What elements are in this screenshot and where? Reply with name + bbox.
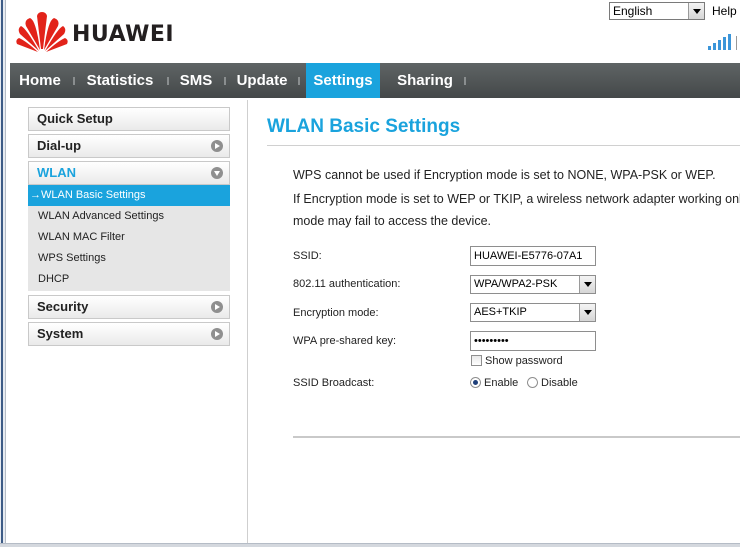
broadcast-disable-label[interactable]: Disable bbox=[541, 377, 578, 389]
sidebar-item-label: Quick Setup bbox=[37, 111, 113, 126]
title-divider bbox=[267, 145, 740, 146]
sidebar-item-label: Dial-up bbox=[37, 138, 82, 153]
info-text-3: mode may fail to access the device. bbox=[293, 214, 492, 228]
info-text-2: If Encryption mode is set to WEP or TKIP… bbox=[293, 192, 740, 206]
nav-update[interactable]: Update bbox=[232, 63, 292, 98]
nav-separator bbox=[167, 77, 169, 85]
chevron-right-icon bbox=[211, 140, 223, 152]
ssid-label: SSID: bbox=[293, 250, 322, 262]
chevron-down-icon bbox=[211, 167, 223, 179]
sidebar-subitem-wlan-mac-filter[interactable]: WLAN MAC Filter bbox=[28, 227, 230, 248]
chevron-down-icon bbox=[688, 3, 704, 19]
sidebar-item-system[interactable]: System bbox=[28, 322, 230, 346]
show-password-checkbox[interactable] bbox=[471, 355, 482, 366]
sidebar-item-dialup[interactable]: Dial-up bbox=[28, 134, 230, 158]
auth-label: 802.11 authentication: bbox=[293, 278, 401, 290]
brand-name: HUAWEI bbox=[72, 22, 175, 47]
nav-settings[interactable]: Settings bbox=[306, 63, 380, 98]
chevron-right-icon bbox=[211, 328, 223, 340]
nav-separator bbox=[224, 77, 226, 85]
content-divider bbox=[247, 100, 248, 543]
psk-label: WPA pre-shared key: bbox=[293, 335, 397, 347]
encryption-select[interactable]: AES+TKIP bbox=[470, 303, 596, 322]
sidebar-item-label: WLAN bbox=[37, 165, 76, 180]
sidebar-item-label: System bbox=[37, 326, 84, 341]
ssid-broadcast-label: SSID Broadcast: bbox=[293, 377, 375, 389]
nav-sms[interactable]: SMS bbox=[174, 63, 218, 98]
header-separator bbox=[736, 36, 737, 50]
encryption-label: Encryption mode: bbox=[293, 307, 379, 319]
language-value: English bbox=[613, 4, 653, 18]
broadcast-enable-label[interactable]: Enable bbox=[484, 377, 518, 389]
nav-separator bbox=[298, 77, 300, 85]
show-password-label[interactable]: Show password bbox=[485, 355, 563, 367]
psk-input[interactable]: ••••••••• bbox=[470, 331, 596, 351]
sidebar-item-label: Security bbox=[37, 299, 89, 314]
window-bottom-border bbox=[0, 543, 740, 547]
info-text-1: WPS cannot be used if Encryption mode is… bbox=[293, 168, 716, 182]
sidebar-subitem-wps[interactable]: WPS Settings bbox=[28, 248, 230, 269]
huawei-logo-icon bbox=[16, 12, 68, 52]
nav-statistics[interactable]: Statistics bbox=[80, 63, 160, 98]
broadcast-enable-radio[interactable] bbox=[470, 377, 481, 388]
nav-home[interactable]: Home bbox=[10, 63, 70, 98]
encryption-value: AES+TKIP bbox=[474, 306, 527, 318]
signal-strength-icon bbox=[706, 34, 732, 50]
chevron-down-icon bbox=[579, 276, 595, 293]
language-select[interactable]: English bbox=[609, 2, 705, 20]
broadcast-disable-radio[interactable] bbox=[527, 377, 538, 388]
sidebar-subitem-wlan-advanced[interactable]: WLAN Advanced Settings bbox=[28, 206, 230, 227]
chevron-down-icon bbox=[579, 304, 595, 321]
sidebar-subitem-dhcp[interactable]: DHCP bbox=[28, 269, 230, 291]
sidebar-item-wlan[interactable]: WLAN bbox=[28, 161, 230, 185]
page-title: WLAN Basic Settings bbox=[267, 116, 461, 137]
sidebar-subitem-wlan-basic[interactable]: →WLAN Basic Settings bbox=[28, 185, 230, 206]
sidebar-item-quick-setup[interactable]: Quick Setup bbox=[28, 107, 230, 131]
auth-value: WPA/WPA2-PSK bbox=[474, 278, 558, 290]
nav-separator bbox=[73, 77, 75, 85]
nav-sharing[interactable]: Sharing bbox=[392, 63, 458, 98]
help-link[interactable]: Help bbox=[712, 4, 737, 18]
chevron-right-icon bbox=[211, 301, 223, 313]
nav-separator bbox=[464, 77, 466, 85]
form-bottom-divider bbox=[293, 436, 740, 438]
main-nav: Home Statistics SMS Update Settings Shar… bbox=[10, 63, 740, 98]
window-left-border bbox=[0, 0, 6, 547]
ssid-input[interactable]: HUAWEI-E5776-07A1 bbox=[470, 246, 596, 266]
sidebar-item-security[interactable]: Security bbox=[28, 295, 230, 319]
auth-select[interactable]: WPA/WPA2-PSK bbox=[470, 275, 596, 294]
